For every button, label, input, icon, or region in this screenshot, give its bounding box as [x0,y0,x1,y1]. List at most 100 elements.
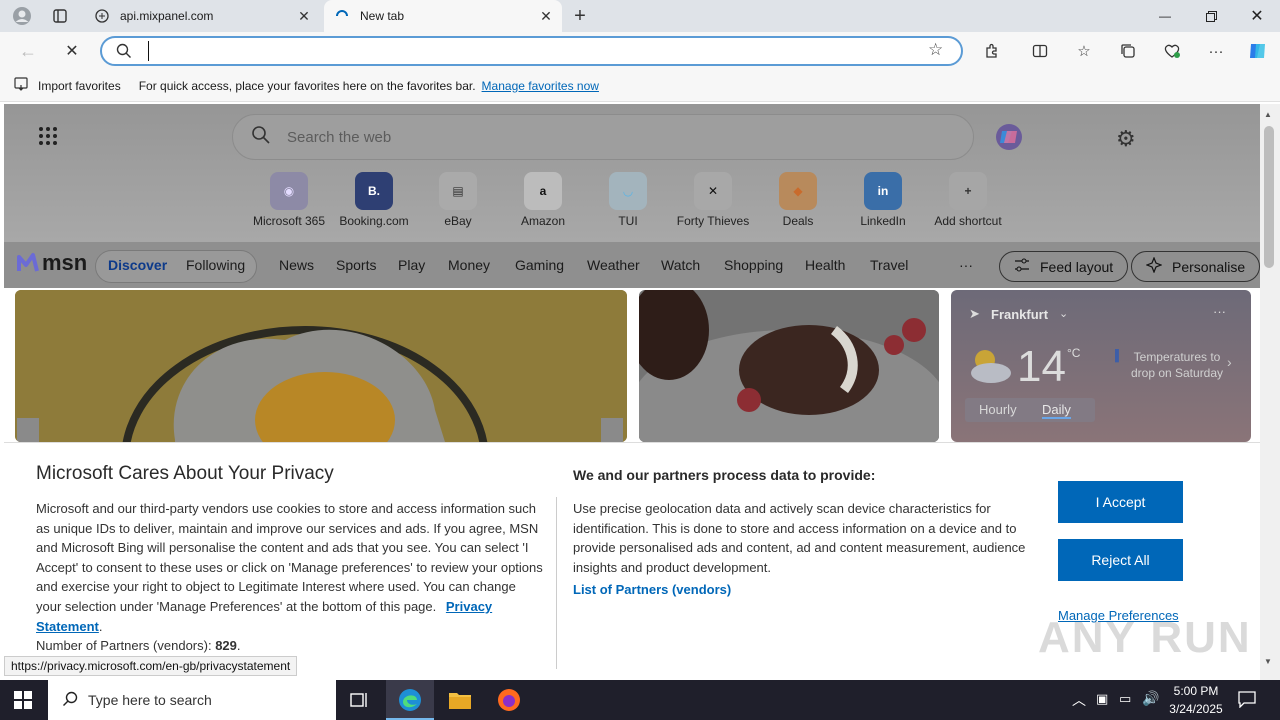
window-close-icon[interactable]: ✕ [1234,0,1280,32]
shortcut-forty-thieves[interactable]: ✕ Forty Thieves [671,172,755,228]
m365-icon: ◉ [270,172,308,210]
thermometer-icon: ▌ [1115,350,1123,362]
privacy-title: Microsoft Cares About Your Privacy [36,463,334,484]
msn-nav-bar: msn Discover Following News Sports Play … [4,242,1260,288]
edge-taskbar-button[interactable] [386,680,434,720]
extensions-icon[interactable] [976,35,1008,67]
shortcut-ebay[interactable]: ▤ eBay [416,172,500,228]
tray-chevron-up-icon[interactable]: ︿ [1072,690,1086,710]
scroll-up-icon[interactable]: ▲ [1264,110,1272,119]
shortcut-label: Microsoft 365 [252,214,326,228]
msn-logo[interactable]: msn [16,250,87,276]
shortcut-booking-com[interactable]: B. Booking.com [332,172,416,228]
notifications-icon[interactable] [1238,690,1256,711]
file-explorer-icon[interactable] [448,689,472,714]
close-icon[interactable]: ✕ [296,8,312,24]
settings-gear-icon[interactable]: ⚙ [1116,126,1136,152]
clock-date[interactable]: 3/24/2025 [1166,702,1226,716]
nav-gaming[interactable]: Gaming [515,257,564,273]
collections-icon[interactable] [1112,35,1144,67]
web-search-box[interactable]: Search the web [232,114,974,160]
app-launcher-icon[interactable] [38,126,58,149]
feed-layout-button[interactable]: Feed layout [999,251,1129,282]
stop-loading-icon[interactable]: ✕ [56,35,88,67]
restore-icon[interactable] [1188,0,1234,32]
accept-button[interactable]: I Accept [1058,481,1183,523]
weather-note-line2: drop on Saturday [1130,366,1224,380]
more-menu-icon[interactable]: ··· [1200,35,1232,67]
profile-icon[interactable] [6,0,38,32]
weather-more-icon[interactable]: ··· [1213,304,1226,319]
copilot-icon[interactable] [1242,35,1274,67]
address-input[interactable] [148,41,908,61]
nav-travel[interactable]: Travel [870,257,908,273]
nav-discover[interactable]: Discover [108,257,167,273]
task-view-icon[interactable] [350,691,370,712]
nav-health[interactable]: Health [805,257,845,273]
shortcut-tui[interactable]: ◡ TUI [586,172,670,228]
tab-mixpanel[interactable]: api.mixpanel.com ✕ [84,0,320,32]
food-story-card[interactable] [639,290,939,442]
carousel-next-icon[interactable] [601,418,623,442]
page-scrollbar[interactable]: ▲ ▼ [1260,104,1280,680]
data-use-body: Use precise geolocation data and activel… [573,501,1026,575]
volume-icon[interactable]: 🔊 [1142,690,1159,707]
weather-temp: 14 [1017,342,1066,391]
nav-weather[interactable]: Weather [587,257,640,273]
import-favorites-button[interactable]: Import favorites [38,79,121,93]
shortcut-microsoft-365[interactable]: ◉ Microsoft 365 [247,172,331,228]
browser-essentials-icon[interactable] [1156,35,1188,67]
taskbar-search-box[interactable]: Type here to search [48,680,336,720]
tab-hourly[interactable]: Hourly [979,402,1017,417]
address-bar[interactable]: ☆ [100,36,963,66]
new-tab-plus-icon[interactable]: + [564,0,596,32]
reject-all-button[interactable]: Reject All [1058,539,1183,581]
scroll-down-icon[interactable]: ▼ [1264,657,1272,666]
weather-city[interactable]: Frankfurt [991,307,1048,322]
shortcut-add-shortcut[interactable]: + Add shortcut [926,172,1010,228]
personalise-button[interactable]: Personalise [1131,251,1260,282]
network-icon[interactable]: ▭ [1119,691,1131,707]
nav-news[interactable]: News [279,257,314,273]
shortcut-linkedin[interactable]: in LinkedIn [841,172,925,228]
partly-cloudy-icon [965,346,1013,387]
firefox-icon[interactable] [497,688,521,715]
tab-daily[interactable]: Daily [1042,402,1071,419]
chevron-right-icon[interactable]: › [1227,354,1232,370]
partners-list-link[interactable]: List of Partners (vendors) [573,582,731,597]
network-device-icon[interactable]: ▣ [1096,691,1108,707]
shortcut-deals[interactable]: ◆ Deals [756,172,840,228]
tag-icon: ◆ [779,172,817,210]
tab-actions-icon[interactable] [44,0,76,32]
booking-icon: B. [355,172,393,210]
nav-money[interactable]: Money [448,257,490,273]
tab-new-tab[interactable]: New tab ✕ [324,0,562,32]
shortcut-label: Add shortcut [934,214,1002,228]
weather-unit[interactable]: °C [1067,346,1080,360]
carousel-prev-icon[interactable] [17,418,39,442]
favorites-bar: Import favorites For quick access, place… [0,70,1280,102]
close-icon[interactable]: ✕ [538,8,554,24]
nav-sports[interactable]: Sports [336,257,376,273]
nav-following[interactable]: Following [186,257,245,273]
hero-story-card[interactable] [15,290,627,442]
add-favorite-star-icon[interactable]: ☆ [928,40,943,60]
favorites-icon[interactable]: ☆ [1068,35,1100,67]
windows-start-icon[interactable] [14,691,32,712]
copilot-icon[interactable] [994,122,1024,155]
back-icon[interactable]: ← [12,35,44,67]
nav-play[interactable]: Play [398,257,425,273]
swords-icon: ✕ [694,172,732,210]
search-icon [116,43,132,62]
minimize-icon[interactable]: — [1142,0,1188,32]
chevron-down-icon[interactable]: ⌄ [1059,307,1068,320]
nav-watch[interactable]: Watch [661,257,700,273]
weather-card[interactable]: ➤ Frankfurt ⌄ ··· 14 °C ▌ Temperatures t… [951,290,1251,442]
clock-time[interactable]: 5:00 PM [1166,684,1226,698]
nav-more-icon[interactable]: ··· [959,257,973,273]
manage-favorites-link[interactable]: Manage favorites now [482,79,599,93]
nav-shopping[interactable]: Shopping [724,257,783,273]
scroll-thumb[interactable] [1264,126,1274,268]
shortcut-amazon[interactable]: a Amazon [501,172,585,228]
split-screen-icon[interactable] [1024,35,1056,67]
